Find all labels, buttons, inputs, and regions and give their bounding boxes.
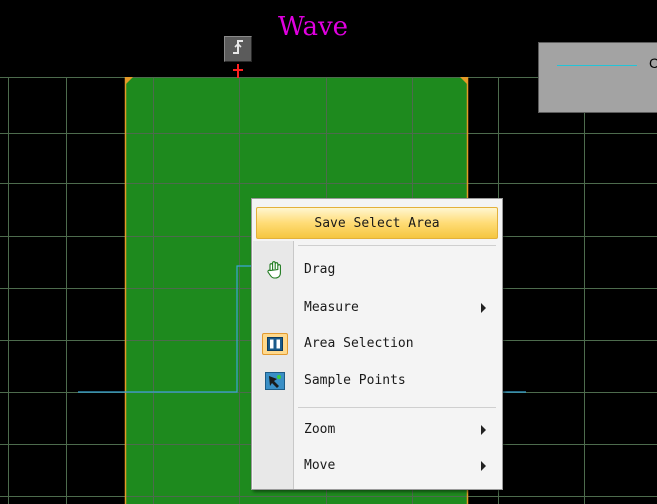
checked-frame (262, 333, 288, 355)
menu-item-label: Area Selection (304, 336, 414, 351)
menu-item-label: Measure (304, 300, 359, 315)
legend-line-swatch (557, 65, 637, 66)
legend-label: C (649, 55, 657, 71)
menu-item-label: Zoom (304, 422, 336, 437)
area-selection-icon (260, 332, 290, 356)
menu-item-label: Sample Points (304, 373, 406, 388)
submenu-arrow-icon (481, 425, 486, 435)
waveform-viewer: Wave C Save Select Area Drag Measure Are… (0, 0, 657, 504)
menu-item-zoom[interactable]: Zoom (256, 415, 498, 445)
trigger-edge-button[interactable] (224, 36, 252, 62)
menu-item-label: Save Select Area (314, 215, 440, 231)
menu-separator (298, 407, 496, 408)
submenu-arrow-icon (481, 303, 486, 313)
menu-item-move[interactable]: Move (256, 451, 498, 481)
sample-points-icon (260, 369, 290, 393)
window-title: Wave (278, 12, 349, 42)
hand-icon (260, 258, 290, 282)
menu-item-sample-points[interactable]: Sample Points (256, 366, 498, 396)
menu-item-save-select-area[interactable]: Save Select Area (256, 207, 498, 239)
channel-legend[interactable]: C (538, 42, 657, 113)
trigger-edge-icon (230, 38, 246, 60)
menu-item-label: Move (304, 458, 336, 473)
menu-item-area-selection[interactable]: Area Selection (256, 329, 498, 359)
submenu-arrow-icon (481, 461, 486, 471)
menu-item-measure[interactable]: Measure (256, 293, 498, 323)
trigger-marker (233, 64, 243, 78)
menu-separator (298, 245, 496, 246)
menu-item-drag[interactable]: Drag (256, 255, 498, 285)
menu-item-label: Drag (304, 262, 336, 277)
context-menu: Save Select Area Drag Measure Area Selec… (251, 198, 503, 490)
